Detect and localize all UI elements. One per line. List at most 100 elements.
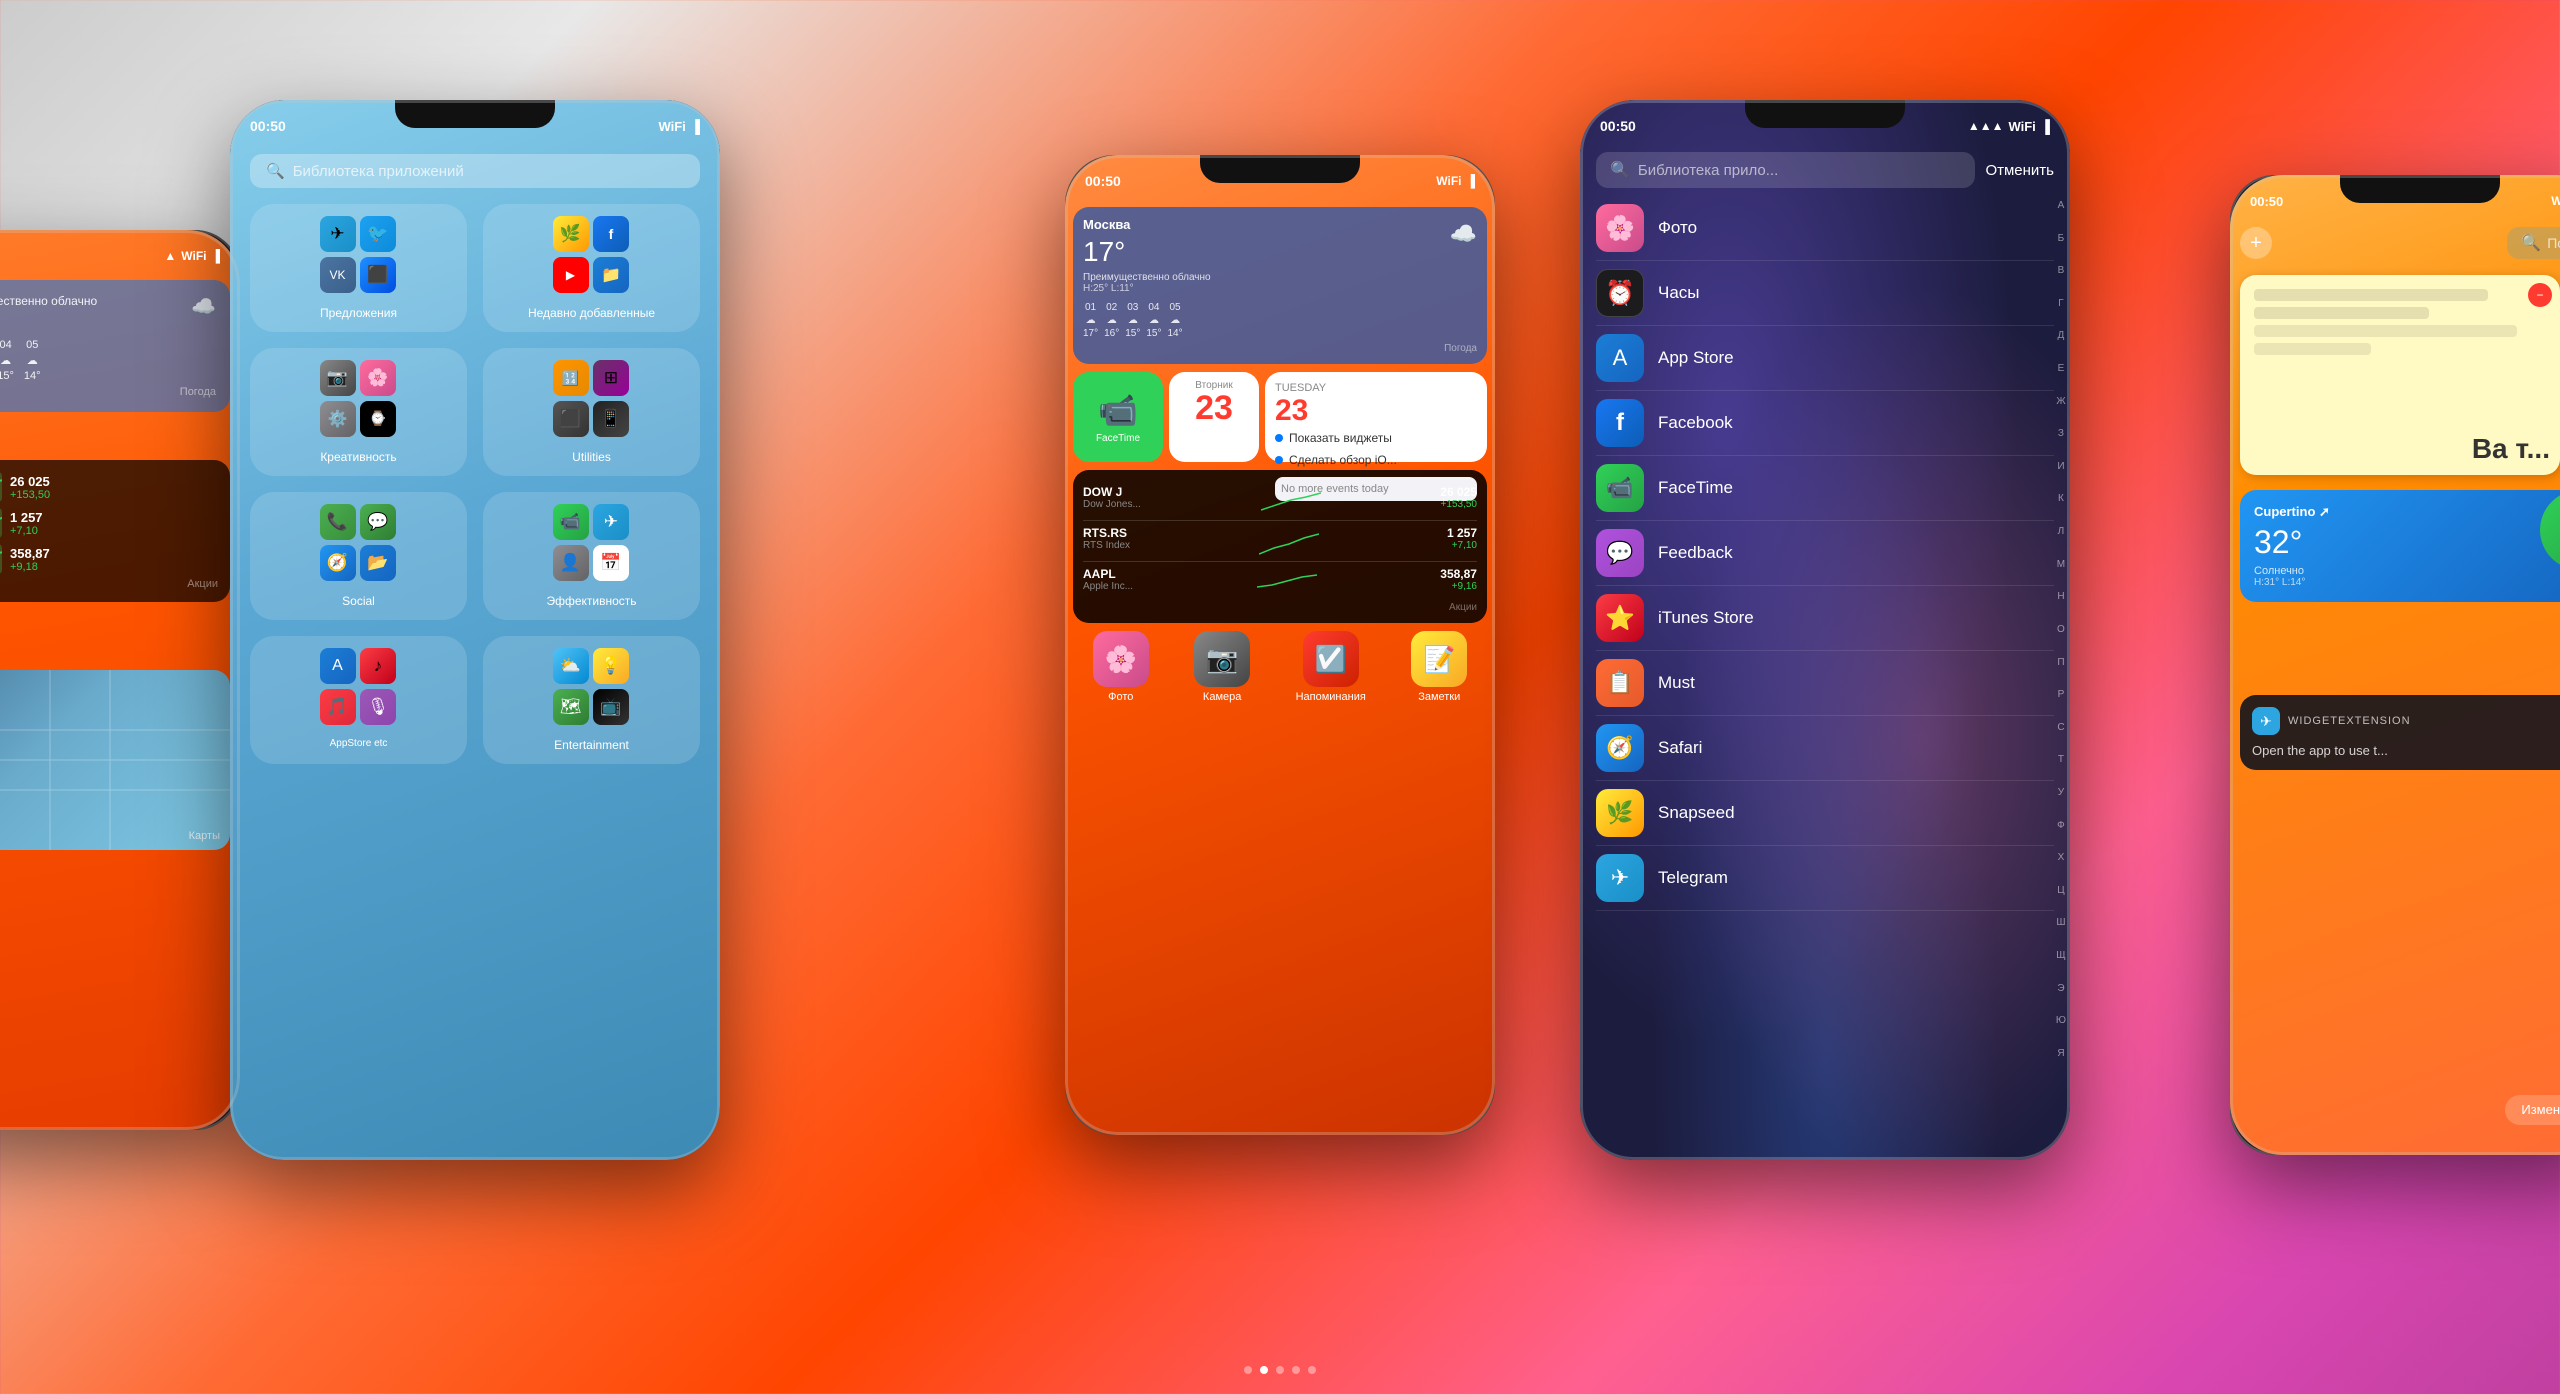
- cloud-icon-3: ☁️: [1450, 221, 1477, 247]
- reminders-icon-3[interactable]: ☑️: [1303, 631, 1359, 687]
- edit-button-5[interactable]: Изменить: [2505, 1095, 2560, 1125]
- list-item-clock[interactable]: ⏰ Часы: [1596, 261, 2054, 326]
- reminders-label-3: Напоминания: [1296, 691, 1366, 703]
- icon-util2: ⊞: [593, 360, 629, 396]
- icon-camera: 📷: [320, 360, 356, 396]
- icon-safari-2: 🧭: [320, 545, 356, 581]
- telegram-icon-5: ✈: [2252, 707, 2280, 735]
- folder-appstore[interactable]: A ♪ 🎵 🎙 AppStore etc: [250, 636, 467, 764]
- search-icon-4: 🔍: [1610, 160, 1630, 180]
- page-dots: [1244, 1366, 1316, 1374]
- icon-facebook: f: [593, 216, 629, 252]
- notch-3: [1200, 155, 1360, 183]
- facebook-list-name: Facebook: [1658, 413, 1733, 433]
- search-icon-2: 🔍: [266, 162, 285, 180]
- list-item-must[interactable]: 📋 Must: [1596, 651, 2054, 716]
- icon-facetime-2: 📹: [553, 504, 589, 540]
- folder-productivity[interactable]: 📹 ✈ 👤 📅 Эффективность: [483, 492, 700, 620]
- dot-5[interactable]: [1308, 1366, 1316, 1374]
- weather-desc-1: Преимущественно облачно: [0, 294, 97, 308]
- stock-val-3: 358,87: [10, 546, 50, 561]
- icon-tips: 💡: [593, 648, 629, 684]
- status-bar-1: 00:50 ▲ WiFi ▐: [0, 230, 240, 274]
- bottom-apps-3: 🌸 Фото 📷 Камера ☑️ Напоминания 📝 Заметки: [1073, 631, 1487, 703]
- facetime-list-icon: 📹: [1596, 464, 1644, 512]
- photos-list-icon: 🌸: [1596, 204, 1644, 252]
- icon-telegram-2: ✈: [593, 504, 629, 540]
- safari-list-icon: 🧭: [1596, 724, 1644, 772]
- wifi-icon-1: WiFi: [181, 249, 206, 263]
- folder-suggestions[interactable]: ✈ 🐦 VK ⬛ Предложения: [250, 204, 467, 332]
- icon-music-2: 🎵: [320, 689, 356, 725]
- wifi-icon-5: WiFi: [2551, 194, 2560, 208]
- icon-podcasts-2: 🎙: [360, 689, 396, 725]
- dot-3[interactable]: [1276, 1366, 1284, 1374]
- folder-creativity[interactable]: 📷 🌸 ⚙️ ⌚ Креативность: [250, 348, 467, 476]
- list-item-facebook[interactable]: f Facebook: [1596, 391, 2054, 456]
- icon-snapseed: 🌿: [553, 216, 589, 252]
- notch-5: [2340, 175, 2500, 203]
- notes-close-5[interactable]: −: [2528, 283, 2552, 307]
- list-item-feedback[interactable]: 💬 Feedback: [1596, 521, 2054, 586]
- dot-2[interactable]: [1260, 1366, 1268, 1374]
- feedback-list-name: Feedback: [1658, 543, 1733, 563]
- cancel-btn-4[interactable]: Отменить: [1985, 162, 2054, 179]
- notes-icon-3[interactable]: 📝: [1411, 631, 1467, 687]
- moscow-weather: Москва 17° ☁️ Преимущественно облачно H:…: [1073, 207, 1487, 364]
- phone-4: 00:50 ▲▲▲ WiFi ▐ 🔍 Библиотека прило... О…: [1580, 100, 2070, 1160]
- icon-weather-2: ⛅: [553, 648, 589, 684]
- app-library-2: 🔍 Библиотека приложений ✈ 🐦 VK ⬛ Предлож…: [230, 144, 720, 774]
- plus-button-5[interactable]: +: [2240, 227, 2272, 259]
- photos-icon-3[interactable]: 🌸: [1093, 631, 1149, 687]
- folder-entertainment[interactable]: ⛅ 💡 🗺 📺 Entertainment: [483, 636, 700, 764]
- list-item-itunes[interactable]: ⭐ iTunes Store: [1596, 586, 2054, 651]
- stock-change-2: +7,10: [10, 525, 43, 537]
- weather-footer-3: Погода: [1083, 343, 1477, 354]
- facebook-list-icon: f: [1596, 399, 1644, 447]
- must-list-icon: 📋: [1596, 659, 1644, 707]
- time-5: 00:50: [2250, 194, 2283, 209]
- app-library-search-2[interactable]: 🔍 Библиотека приложений: [250, 154, 700, 188]
- alphabet-sidebar-4[interactable]: А Б В Г Д Е Ж З И К Л М Н О П Р С Т У Ф …: [2056, 200, 2066, 1060]
- widget-label-5: WIDGETEXTENSION: [2288, 715, 2411, 727]
- stock-val-2: 1 257: [10, 510, 43, 525]
- facetime-label-3: FaceTime: [1096, 433, 1140, 444]
- stock-val-1: 26 025: [10, 474, 50, 489]
- clock-list-name: Часы: [1658, 283, 1700, 303]
- search-icon-5: 🔍: [2521, 233, 2541, 253]
- icon-blue4: ⬛: [360, 257, 396, 293]
- stocks-footer-1: Акции: [0, 578, 218, 590]
- notch-2: [395, 100, 555, 128]
- folder-utilities[interactable]: 🔢 ⊞ ⬛ 📱 Utilities: [483, 348, 700, 476]
- list-item-appstore[interactable]: A App Store: [1596, 326, 2054, 391]
- must-list-name: Must: [1658, 673, 1695, 693]
- icon-photos-2: 🌸: [360, 360, 396, 396]
- appstore-list-name: App Store: [1658, 348, 1734, 368]
- list-item-safari[interactable]: 🧭 Safari: [1596, 716, 2054, 781]
- search-text-5: Поиск: [2547, 235, 2560, 251]
- dot-4[interactable]: [1292, 1366, 1300, 1374]
- app-list-4: 🔍 Библиотека прило... Отменить 🌸 Фото ⏰ …: [1580, 144, 2070, 1160]
- time-4: 00:50: [1600, 118, 1636, 134]
- icon-watchface: ⌚: [360, 401, 396, 437]
- camera-icon-3[interactable]: 📷: [1194, 631, 1250, 687]
- folder-label-3: Креативность: [320, 450, 396, 464]
- icon-maps-2: 🗺: [553, 689, 589, 725]
- search-bar-5[interactable]: 🔍 Поиск: [2507, 227, 2560, 259]
- folder-social[interactable]: 📞 💬 🧭 📂 Social: [250, 492, 467, 620]
- itunes-list-icon: ⭐: [1596, 594, 1644, 642]
- list-item-photos[interactable]: 🌸 Фото: [1596, 196, 2054, 261]
- weather-hl-3: H:25° L:11°: [1083, 283, 1477, 294]
- dot-1[interactable]: [1244, 1366, 1252, 1374]
- list-item-facetime[interactable]: 📹 FaceTime: [1596, 456, 2054, 521]
- weather-temp-3: 17°: [1083, 236, 1130, 268]
- list-item-telegram[interactable]: ✈ Telegram: [1596, 846, 2054, 911]
- folder-recent[interactable]: 🌿 f ▶ 📁 Недавно добавленные: [483, 204, 700, 332]
- signal-icon-1: ▲: [164, 249, 176, 263]
- map-widget-1: Карты: [0, 670, 230, 850]
- app-list-search-4[interactable]: 🔍 Библиотека прило...: [1596, 152, 1975, 188]
- icon-telegram: ✈: [320, 216, 356, 252]
- list-item-snapseed[interactable]: 🌿 Snapseed: [1596, 781, 2054, 846]
- calendar-num-3: 23: [1195, 391, 1233, 425]
- weather-widget-5: Cupertino ➚ 32° Солнечно H:31° L:14° ☀️: [2240, 490, 2560, 602]
